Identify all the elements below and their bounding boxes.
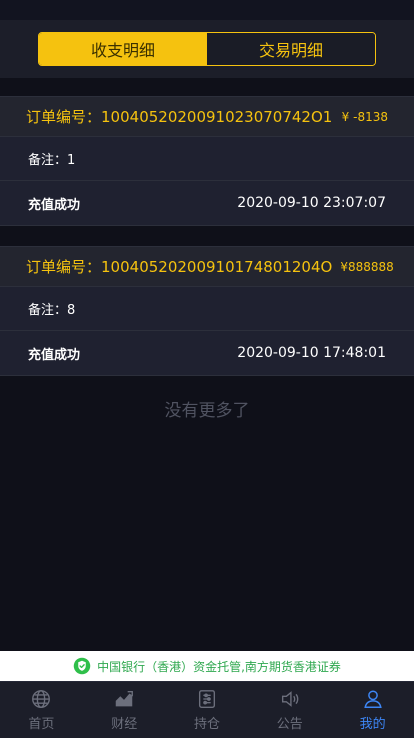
note-value: 8 bbox=[67, 303, 76, 318]
record-note-row: 备注：1 bbox=[0, 137, 414, 181]
tab-transactions[interactable]: 交易明细 bbox=[207, 33, 375, 65]
tab-income-expense[interactable]: 收支明细 bbox=[39, 33, 207, 65]
tab-mine[interactable]: 我的 bbox=[331, 682, 414, 738]
record-note-row: 备注：8 bbox=[0, 287, 414, 331]
speaker-icon bbox=[281, 691, 299, 707]
tab-home[interactable]: 首页 bbox=[0, 682, 83, 738]
user-icon bbox=[363, 690, 382, 708]
tab-label: 公告 bbox=[276, 717, 303, 732]
portfolio-icon bbox=[198, 690, 216, 708]
order-number: 订单编号：10040520200910174801204O bbox=[26, 256, 332, 277]
tab-announcements[interactable]: 公告 bbox=[248, 682, 331, 738]
tab-label: 我的 bbox=[359, 717, 386, 732]
record-time: 2020-09-10 23:07:07 bbox=[237, 195, 386, 211]
note-label: 备注： bbox=[28, 303, 68, 318]
record-status-row: 充值成功 2020-09-10 17:48:01 bbox=[0, 331, 414, 375]
tab-positions[interactable]: 持仓 bbox=[166, 682, 249, 738]
record-list: 订单编号：1004052020091023070742O1 ¥ -8138 备注… bbox=[0, 96, 414, 376]
bottom-tabbar: 首页 财经 持仓 公告 我的 bbox=[0, 681, 414, 738]
order-number: 订单编号：1004052020091023070742O1 bbox=[26, 106, 332, 127]
order-label: 订单编号： bbox=[26, 108, 102, 126]
record-header: 订单编号：1004052020091023070742O1 ¥ -8138 bbox=[0, 97, 414, 137]
record-header: 订单编号：10040520200910174801204O ¥888888 bbox=[0, 247, 414, 287]
record-note: 备注：8 bbox=[28, 299, 75, 318]
order-no: 10040520200910174801204O bbox=[101, 258, 333, 276]
no-more-text: 没有更多了 bbox=[164, 401, 250, 421]
order-amount: ¥888888 bbox=[340, 259, 394, 274]
tab-label: 财经 bbox=[111, 717, 138, 732]
order-amount: ¥ -8138 bbox=[341, 109, 388, 124]
order-label: 订单编号： bbox=[26, 258, 102, 276]
page: 收支明细 交易明细 订单编号：1004052020091023070742O1 … bbox=[0, 0, 414, 738]
note-value: 1 bbox=[67, 153, 76, 168]
segment-bar: 收支明细 交易明细 bbox=[0, 20, 414, 78]
globe-icon bbox=[32, 690, 51, 708]
record-status: 充值成功 bbox=[28, 197, 81, 213]
note-label: 备注： bbox=[28, 153, 68, 168]
custody-banner: 中国银行（香港）资金托管,南方期货香港证券 bbox=[0, 651, 414, 681]
segment-control: 收支明细 交易明细 bbox=[38, 32, 376, 66]
tab-label: 首页 bbox=[28, 717, 55, 732]
tab-finance[interactable]: 财经 bbox=[83, 682, 166, 738]
record-card[interactable]: 订单编号：10040520200910174801204O ¥888888 备注… bbox=[0, 246, 414, 376]
custody-text: 中国银行（香港）资金托管,南方期货香港证券 bbox=[97, 659, 341, 674]
record-status: 充值成功 bbox=[28, 347, 81, 363]
shield-check-icon bbox=[73, 657, 91, 675]
order-no: 1004052020091023070742O1 bbox=[101, 108, 333, 126]
status-strip bbox=[0, 0, 414, 20]
record-status-row: 充值成功 2020-09-10 23:07:07 bbox=[0, 181, 414, 225]
record-note: 备注：1 bbox=[28, 149, 75, 168]
record-card[interactable]: 订单编号：1004052020091023070742O1 ¥ -8138 备注… bbox=[0, 96, 414, 226]
chart-icon bbox=[115, 690, 134, 707]
tab-label: 持仓 bbox=[193, 717, 220, 732]
record-time: 2020-09-10 17:48:01 bbox=[237, 345, 386, 361]
